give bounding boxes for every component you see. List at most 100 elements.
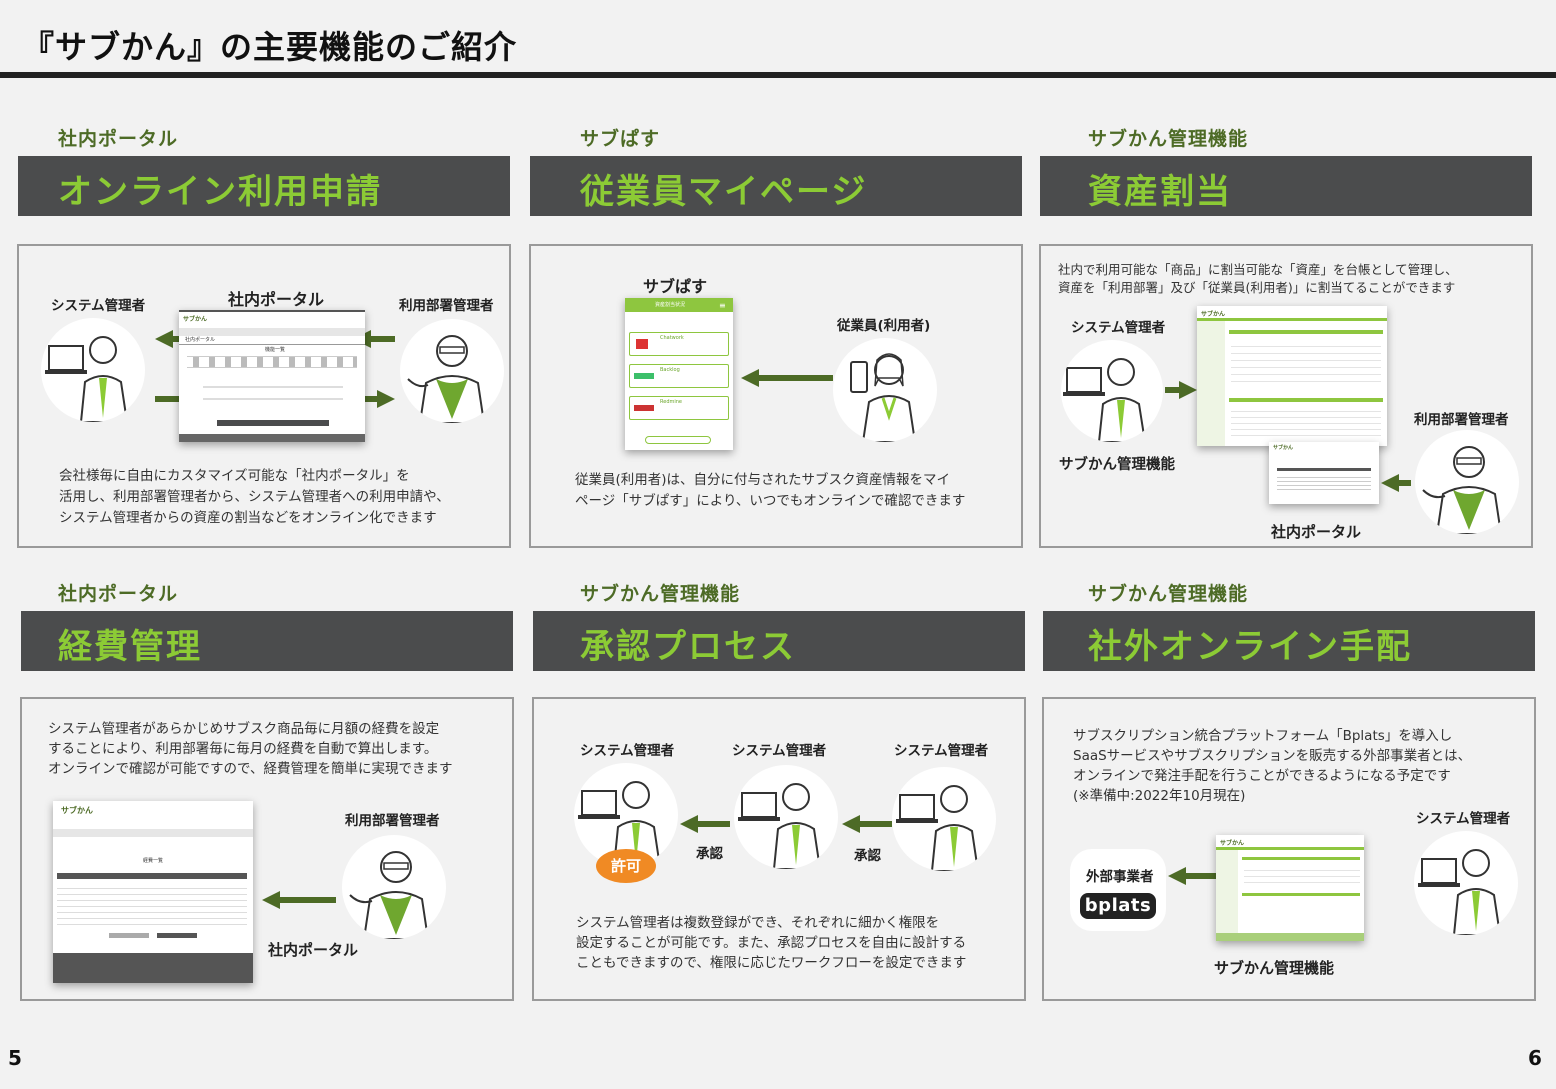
brand-logo: サブかん xyxy=(1201,311,1226,318)
description-line: 設定することが可能です。また、承認プロセスを自由に設計する xyxy=(576,935,967,951)
caption: 社内ポータル xyxy=(268,941,359,959)
feature-panel-expense-management: システム管理者があらかじめサブスク商品毎に月額の経費を設定 することにより、利用… xyxy=(20,697,514,1001)
arrow-from-manager xyxy=(1381,474,1411,492)
right-role-label: システム管理者 xyxy=(1416,811,1511,827)
description-line: SaaSサービスやサブスクリプションを販売する外部事業者とは、 xyxy=(1073,748,1472,764)
admin-illustration xyxy=(1414,831,1518,935)
service-card[interactable]: Backlog xyxy=(629,364,729,388)
arrow-to-vendor xyxy=(1168,867,1218,885)
section-title-bar: 経費管理 xyxy=(21,611,513,671)
employee-person-icon xyxy=(850,353,917,442)
role-label: システム管理者 xyxy=(894,743,989,759)
admin-illustration xyxy=(734,765,838,869)
phone-button[interactable] xyxy=(645,436,711,444)
manager-person-icon xyxy=(349,851,430,939)
expense-table xyxy=(57,883,247,925)
description-line: システム管理者は複数登録ができ、それぞれに細かく権限を xyxy=(576,915,940,931)
admin-screenshot: サブかん xyxy=(1197,306,1387,446)
description-line: サブスクリプション統合プラットフォーム「Bplats」を導入し xyxy=(1073,728,1453,744)
feature-panel-approval-process: システム管理者 システム管理者 システム管理者 承認 承認 許可 システム管理者… xyxy=(532,697,1026,1001)
menu-icon[interactable]: ≡ xyxy=(719,301,726,310)
expense-screenshot: サブかん 経費一覧 xyxy=(53,801,253,983)
mock-heading: 機能一覧 xyxy=(265,347,286,353)
description-line: 資産を「利用部署」及び「従業員(利用者)」に割当てることができます xyxy=(1058,280,1456,295)
bottom-caption: 社内ポータル xyxy=(1271,523,1362,541)
caption: サブかん管理機能 xyxy=(1214,959,1335,977)
description-line: 会社様毎に自由にカスタマイズ可能な「社内ポータル」を xyxy=(59,468,410,484)
arrow-to-phone xyxy=(741,369,833,387)
user-role-label: 従業員(利用者) xyxy=(837,318,931,334)
portal-screenshot-small: サブかん xyxy=(1269,442,1379,504)
section-title-bar: 承認プロセス xyxy=(533,611,1025,671)
brand-logo: サブかん xyxy=(61,806,93,815)
section-label: 社内ポータル xyxy=(58,128,179,150)
arrow-approve xyxy=(842,815,892,833)
section-title: 経費管理 xyxy=(58,627,202,667)
download-button[interactable] xyxy=(157,933,197,938)
section-label: サブかん管理機能 xyxy=(580,583,741,605)
admin-screenshot: サブかん xyxy=(1216,835,1364,941)
description-line: 従業員(利用者)は、自分に付与されたサブスク資産情報をマイ xyxy=(575,472,951,488)
bplats-logo: bplats xyxy=(1080,893,1156,919)
section-title-bar: 資産割当 xyxy=(1040,156,1532,216)
arrow-to-screen xyxy=(262,891,336,909)
admin-person-icon xyxy=(896,785,980,871)
center-label: 社内ポータル xyxy=(228,290,325,309)
dept-manager-illustration xyxy=(1415,430,1519,534)
role-label: システム管理者 xyxy=(580,743,675,759)
mock-portal-title: 社内ポータル xyxy=(185,337,216,343)
left-caption: サブかん管理機能 xyxy=(1059,457,1175,473)
description-line: (※準備中:2022年10月現在) xyxy=(1073,788,1246,804)
left-role-label: システム管理者 xyxy=(1071,320,1166,336)
section-label: サブかん管理機能 xyxy=(1088,128,1249,150)
description-line: こともできますので、権限に応じたワークフローを設定できます xyxy=(576,955,967,971)
portal-screenshot: サブかん 社内ポータル 機能一覧 xyxy=(179,310,365,442)
employee-illustration xyxy=(833,338,937,442)
service-logo-icon xyxy=(636,339,648,349)
approve-label: 承認 xyxy=(854,848,881,864)
description-line: することにより、利用部署毎に毎月の経費を自動で算出します。 xyxy=(48,741,438,757)
right-role-label: 利用部署管理者 xyxy=(1414,412,1509,428)
feature-panel-online-application: システム管理者 社内ポータル 利用部署管理者 サブかん 社内ポータル 機能一覧 … xyxy=(17,244,511,548)
vendor-label: 外部事業者 xyxy=(1086,869,1154,885)
admin-person-icon xyxy=(1063,358,1147,442)
title-divider xyxy=(0,72,1556,78)
service-name: Redmine xyxy=(660,399,683,405)
phone-header: 資産割当状況 xyxy=(655,302,686,308)
section-title-bar: 従業員マイページ xyxy=(530,156,1022,216)
service-card[interactable]: Redmine xyxy=(629,396,729,420)
phone-label: サブぱす xyxy=(643,277,708,296)
admin-illustration xyxy=(1061,340,1163,442)
feature-panel-employee-mypage: サブぱす 資産割当状況 ≡ Chatwork Backlog Redmine 従… xyxy=(529,244,1023,548)
description-line: 活用し、利用部署管理者から、システム管理者への利用申請や、 xyxy=(59,489,450,505)
right-role-label: 利用部署管理者 xyxy=(399,298,494,314)
mock-heading: 経費一覧 xyxy=(143,858,164,864)
admin-sidebar xyxy=(1216,850,1238,941)
approve-label: 承認 xyxy=(696,846,723,862)
description-line: システム管理者からの資産の割当などをオンライン化できます xyxy=(59,510,437,526)
arrow-right xyxy=(365,390,395,408)
brand-logo: サブかん xyxy=(1220,840,1245,847)
section-title-bar: オンライン利用申請 xyxy=(18,156,510,216)
feature-panel-external-ordering: サブスクリプション統合プラットフォーム「Bplats」を導入し SaaSサービス… xyxy=(1042,697,1536,1001)
description-line: オンラインで発注手配を行うことができるようになる予定です xyxy=(1073,768,1451,784)
export-button[interactable] xyxy=(109,933,149,938)
service-card[interactable]: Chatwork xyxy=(629,332,729,356)
section-title: 社外オンライン手配 xyxy=(1088,627,1412,667)
admin-illustration xyxy=(892,767,996,871)
section-title-bar: 社外オンライン手配 xyxy=(1043,611,1535,671)
page-number-left: 5 xyxy=(8,1046,22,1070)
service-name: Backlog xyxy=(660,367,680,373)
description-line: システム管理者があらかじめサブスク商品毎に月額の経費を設定 xyxy=(48,721,440,737)
page-number-right: 6 xyxy=(1528,1046,1542,1070)
manager-person-icon xyxy=(1422,446,1503,534)
admin-person-icon xyxy=(738,783,822,869)
dept-manager-illustration xyxy=(400,319,504,423)
page-title: 『サブかん』の主要機能のご紹介 xyxy=(22,28,518,66)
description-line: ページ「サブぱす」により、いつでもオンラインで確認できます xyxy=(575,493,966,509)
section-label: サブかん管理機能 xyxy=(1088,583,1249,605)
description-line: オンラインで確認が可能ですので、経費管理を簡単に実現できます xyxy=(48,761,453,777)
service-name: Chatwork xyxy=(660,335,684,341)
permit-badge: 許可 xyxy=(596,849,656,883)
section-label: 社内ポータル xyxy=(58,583,179,605)
